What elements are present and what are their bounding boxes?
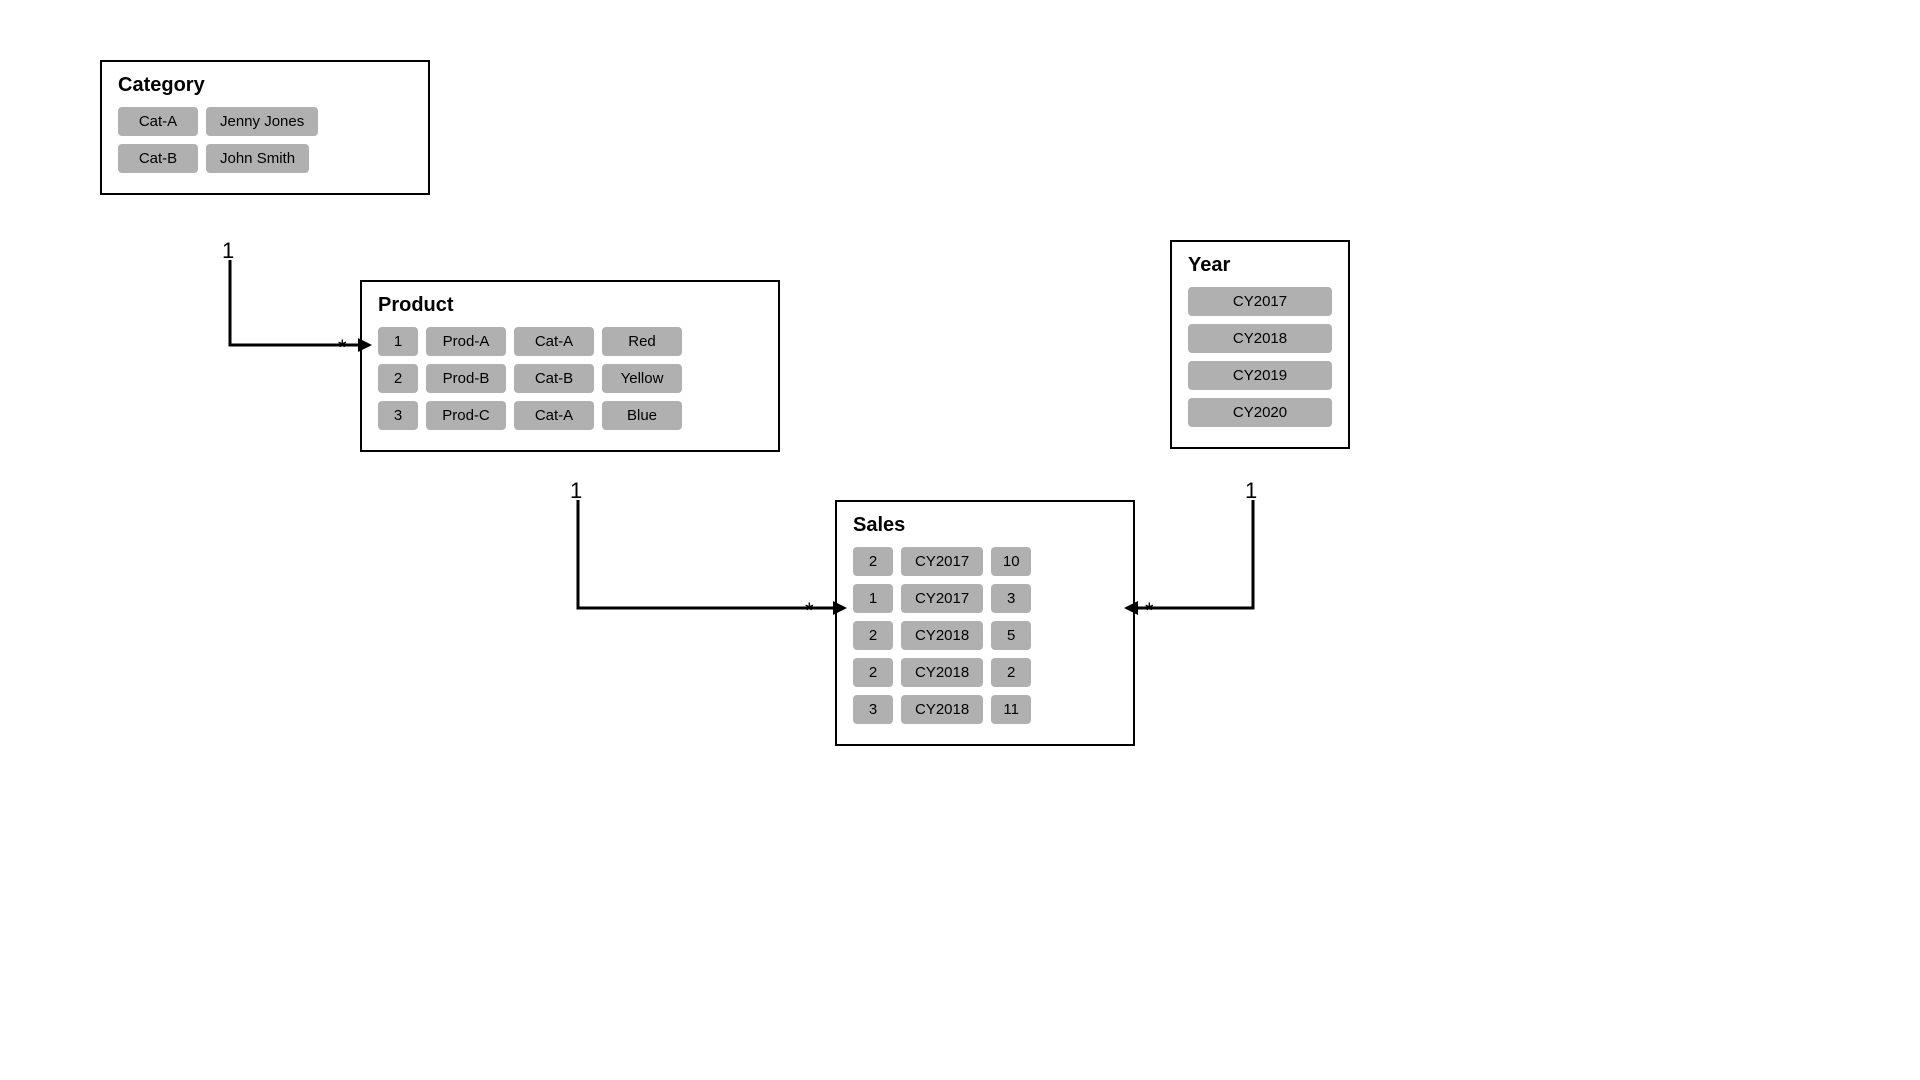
prod-c-cell: Prod-C	[426, 401, 506, 430]
product-title: Product	[378, 294, 762, 317]
sales-row-3: 2 CY2018 5	[853, 621, 1117, 650]
prod-a-cell: Prod-A	[426, 327, 506, 356]
prod-cat-a2: Cat-A	[514, 401, 594, 430]
s4-year: CY2018	[901, 658, 983, 687]
s1-val: 10	[991, 547, 1031, 576]
cat-prod-one-label: 1	[222, 238, 234, 263]
sales-row-5: 3 CY2018 11	[853, 695, 1117, 724]
s1-id: 2	[853, 547, 893, 576]
year-row-4: CY2020	[1188, 398, 1332, 427]
prod-id-3: 3	[378, 401, 418, 430]
s2-val: 3	[991, 584, 1031, 613]
sales-row-1: 2 CY2017 10	[853, 547, 1117, 576]
s3-val: 5	[991, 621, 1031, 650]
year-row-2: CY2018	[1188, 324, 1332, 353]
s2-year: CY2017	[901, 584, 983, 613]
year-box: Year CY2017 CY2018 CY2019 CY2020	[1170, 240, 1350, 449]
cy2018-cell: CY2018	[1188, 324, 1332, 353]
product-row-3: 3 Prod-C Cat-A Blue	[378, 401, 762, 430]
category-row-1: Cat-A Jenny Jones	[118, 107, 412, 136]
year-row-3: CY2019	[1188, 361, 1332, 390]
cat-prod-many-label: *	[338, 335, 347, 360]
prod-b-cell: Prod-B	[426, 364, 506, 393]
s2-id: 1	[853, 584, 893, 613]
s5-id: 3	[853, 695, 893, 724]
s4-val: 2	[991, 658, 1031, 687]
cy2019-cell: CY2019	[1188, 361, 1332, 390]
prod-id-2: 2	[378, 364, 418, 393]
category-box: Category Cat-A Jenny Jones Cat-B John Sm…	[100, 60, 430, 195]
jenny-jones-cell: Jenny Jones	[206, 107, 318, 136]
cy2020-cell: CY2020	[1188, 398, 1332, 427]
product-box: Product 1 Prod-A Cat-A Red 2 Prod-B Cat-…	[360, 280, 780, 452]
s3-year: CY2018	[901, 621, 983, 650]
prod-id-1: 1	[378, 327, 418, 356]
year-row-1: CY2017	[1188, 287, 1332, 316]
prod-cat-a: Cat-A	[514, 327, 594, 356]
cat-a-cell: Cat-A	[118, 107, 198, 136]
s5-val: 11	[991, 695, 1031, 724]
prod-cat-b: Cat-B	[514, 364, 594, 393]
sales-row-4: 2 CY2018 2	[853, 658, 1117, 687]
prod-yellow: Yellow	[602, 364, 682, 393]
year-sales-one-label: 1	[1245, 478, 1257, 503]
sales-row-2: 1 CY2017 3	[853, 584, 1117, 613]
sales-box: Sales 2 CY2017 10 1 CY2017 3 2 CY2018 5 …	[835, 500, 1135, 746]
s4-id: 2	[853, 658, 893, 687]
prod-sales-one-label: 1	[570, 478, 582, 503]
category-title: Category	[118, 74, 412, 97]
cat-b-cell: Cat-B	[118, 144, 198, 173]
s1-year: CY2017	[901, 547, 983, 576]
prod-red: Red	[602, 327, 682, 356]
prod-sales-many-label: *	[805, 598, 814, 623]
year-title: Year	[1188, 254, 1332, 277]
product-row-1: 1 Prod-A Cat-A Red	[378, 327, 762, 356]
sales-title: Sales	[853, 514, 1117, 537]
s3-id: 2	[853, 621, 893, 650]
prod-blue: Blue	[602, 401, 682, 430]
product-row-2: 2 Prod-B Cat-B Yellow	[378, 364, 762, 393]
category-row-2: Cat-B John Smith	[118, 144, 412, 173]
john-smith-cell: John Smith	[206, 144, 309, 173]
s5-year: CY2018	[901, 695, 983, 724]
cy2017-cell: CY2017	[1188, 287, 1332, 316]
year-sales-many-label: *	[1145, 598, 1154, 623]
